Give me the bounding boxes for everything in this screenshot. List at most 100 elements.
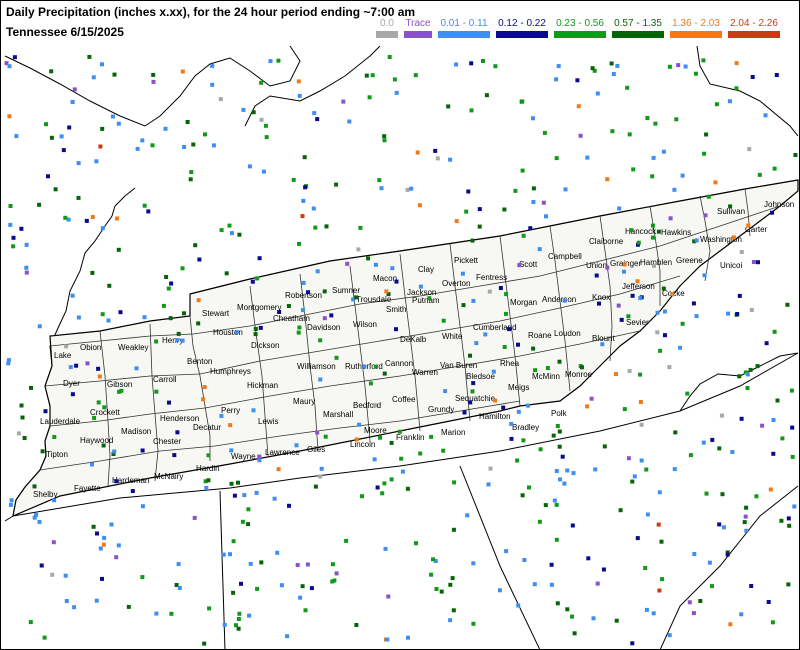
station-marker xyxy=(629,228,634,233)
station-marker xyxy=(578,133,583,138)
station-marker xyxy=(734,86,739,91)
station-marker xyxy=(576,104,581,109)
station-marker xyxy=(102,405,107,410)
county-label: Fayette xyxy=(74,484,101,493)
station-marker xyxy=(657,588,662,593)
county-label: Bradley xyxy=(512,423,539,432)
station-marker xyxy=(16,431,21,436)
station-marker xyxy=(469,108,474,113)
station-marker xyxy=(19,226,24,231)
station-marker xyxy=(291,177,296,182)
station-marker xyxy=(285,634,290,639)
station-marker xyxy=(373,262,378,267)
station-marker xyxy=(42,635,47,640)
legend-swatch xyxy=(670,31,722,38)
station-marker xyxy=(301,198,306,203)
station-marker xyxy=(372,457,377,462)
station-marker xyxy=(6,358,11,363)
station-marker xyxy=(688,453,693,458)
station-marker xyxy=(305,562,310,567)
station-marker xyxy=(471,298,476,303)
station-marker xyxy=(64,599,69,603)
station-marker xyxy=(484,93,489,98)
county-label: Greene xyxy=(676,256,703,265)
station-marker xyxy=(100,62,104,67)
county-label: Anderson xyxy=(542,295,576,304)
station-marker xyxy=(502,207,507,212)
county-label: Macon xyxy=(373,274,397,283)
county-label: Hardin xyxy=(196,464,220,473)
station-marker xyxy=(602,444,607,449)
station-marker xyxy=(247,613,252,618)
station-marker xyxy=(462,410,467,415)
station-marker xyxy=(100,576,104,581)
station-marker xyxy=(246,507,251,512)
station-marker xyxy=(239,581,243,586)
station-marker xyxy=(221,552,226,557)
station-marker xyxy=(521,438,526,443)
station-marker xyxy=(668,216,673,221)
legend-label: 0.23 - 0.56 xyxy=(556,18,604,29)
station-marker xyxy=(112,449,117,454)
station-marker xyxy=(405,187,410,192)
county-label: Shelby xyxy=(33,490,57,499)
station-marker xyxy=(516,603,521,608)
station-marker xyxy=(429,572,434,577)
station-marker xyxy=(151,79,156,84)
station-marker xyxy=(228,552,232,557)
station-marker xyxy=(241,107,246,112)
station-marker xyxy=(39,563,44,568)
station-marker xyxy=(532,582,537,587)
county-label: Henderson xyxy=(160,414,199,423)
station-marker xyxy=(501,405,506,410)
station-marker xyxy=(551,433,556,438)
station-marker xyxy=(435,156,440,161)
station-marker xyxy=(389,440,394,445)
station-marker xyxy=(37,202,42,207)
station-marker xyxy=(418,284,423,289)
county-label: Madison xyxy=(121,427,151,436)
station-marker xyxy=(360,494,364,499)
station-marker xyxy=(502,345,507,349)
station-marker xyxy=(7,64,12,69)
station-marker xyxy=(770,620,775,625)
station-marker xyxy=(224,271,229,276)
station-marker xyxy=(749,308,754,312)
station-marker xyxy=(191,142,196,147)
station-marker xyxy=(760,423,765,428)
station-marker xyxy=(614,618,619,623)
station-marker xyxy=(754,494,759,499)
legend-item: Trace xyxy=(404,18,432,38)
station-marker xyxy=(609,61,614,66)
station-marker xyxy=(554,77,559,82)
station-marker xyxy=(126,604,131,609)
station-marker xyxy=(549,562,554,567)
station-marker xyxy=(630,479,635,484)
station-marker xyxy=(341,99,346,104)
station-marker xyxy=(694,238,699,243)
station-marker xyxy=(24,242,29,247)
station-marker xyxy=(383,546,388,551)
station-marker xyxy=(451,608,456,613)
station-marker xyxy=(528,226,533,231)
station-marker xyxy=(59,134,64,139)
station-marker xyxy=(175,338,180,343)
station-marker xyxy=(768,487,773,492)
station-marker xyxy=(52,435,57,439)
station-marker xyxy=(207,606,212,611)
station-marker xyxy=(487,289,492,294)
station-marker xyxy=(507,327,512,332)
station-marker xyxy=(555,424,560,428)
station-marker xyxy=(702,151,707,156)
station-marker xyxy=(739,416,744,421)
station-marker xyxy=(193,243,198,248)
station-marker xyxy=(11,235,16,240)
station-marker xyxy=(67,125,72,130)
county-label: Lake xyxy=(54,351,72,360)
station-marker xyxy=(630,293,635,298)
county-label: Davidson xyxy=(307,323,340,332)
station-marker xyxy=(140,138,145,143)
station-marker xyxy=(537,519,542,524)
station-marker xyxy=(399,456,404,461)
station-marker xyxy=(84,218,89,223)
